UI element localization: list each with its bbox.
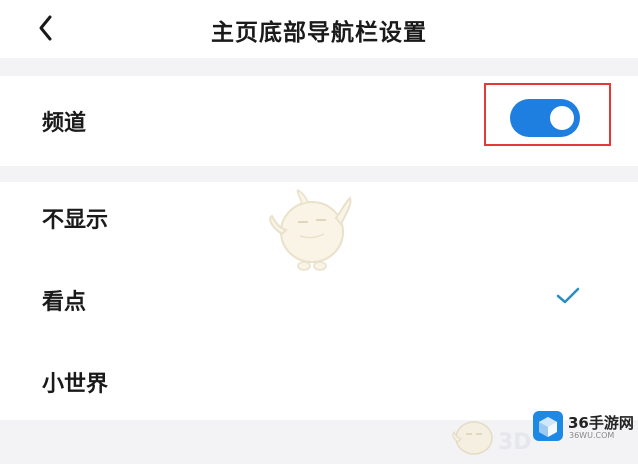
option-row-small-world[interactable]: 小世界 — [0, 338, 638, 418]
checkmark-icon — [556, 287, 580, 304]
option-label: 小世界 — [42, 372, 109, 397]
page-title: 主页底部导航栏设置 — [211, 20, 427, 46]
section-divider — [0, 58, 638, 76]
watermark-brand: 36手游网 — [568, 414, 634, 432]
option-label: 看点 — [42, 290, 87, 315]
cube-icon — [539, 417, 557, 437]
channel-toggle[interactable] — [510, 99, 580, 137]
watermark-domain: 36WU.COM — [569, 431, 615, 440]
watermark-mascot-icon — [269, 189, 352, 271]
watermark-mascot-small-icon — [452, 421, 493, 455]
toggle-knob — [550, 106, 574, 130]
channel-label: 频道 — [42, 111, 87, 136]
watermark-logo-icon — [533, 411, 563, 441]
option-label: 不显示 — [42, 208, 109, 233]
watermark-faint-text: 3D — [498, 430, 532, 455]
header-bar: 主页底部导航栏设置 — [0, 0, 638, 58]
